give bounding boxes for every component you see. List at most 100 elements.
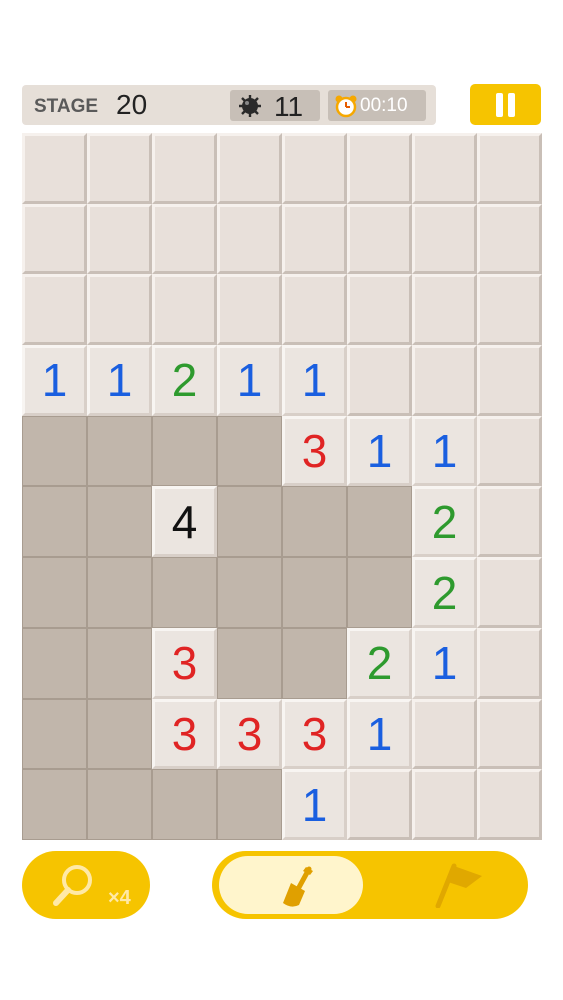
grid-cell: 3 [217, 698, 282, 770]
cell-number: 3 [171, 707, 198, 760]
cell-number: 1 [366, 425, 393, 478]
grid-cell [217, 627, 282, 699]
grid-cell [217, 415, 282, 487]
grid-cell[interactable] [282, 133, 347, 204]
grid-cell: 1 [347, 415, 412, 487]
cell-number: 3 [301, 707, 328, 760]
cell-number: 1 [301, 778, 328, 831]
grid-cell [87, 769, 152, 840]
grid-cell [217, 557, 282, 628]
grid-cell[interactable] [87, 133, 152, 204]
grid-cell[interactable] [152, 203, 217, 275]
grid-cell [282, 627, 347, 699]
grid-cell [282, 557, 347, 628]
cell-number: 1 [431, 425, 458, 478]
grid-cell[interactable] [412, 345, 477, 416]
stage-number: 20 [116, 89, 148, 120]
grid-cell[interactable] [412, 769, 477, 840]
pause-button[interactable] [470, 84, 541, 125]
grid-cell[interactable] [477, 698, 542, 770]
grid-cell[interactable] [412, 133, 477, 204]
grid-cell: 3 [282, 415, 347, 487]
mine-icon [239, 95, 261, 117]
flag-icon [435, 863, 482, 908]
grid-cell: 2 [412, 557, 477, 628]
grid-cell[interactable] [477, 486, 542, 558]
grid-cell [22, 557, 87, 628]
grid-cell: 2 [412, 486, 477, 558]
grid-cell[interactable] [477, 274, 542, 346]
grid-cell [152, 769, 217, 840]
grid-cell[interactable] [22, 203, 87, 275]
cell-number: 2 [171, 354, 198, 407]
cell-number: 1 [301, 354, 328, 407]
cell-number: 1 [431, 637, 458, 690]
cell-number: 2 [431, 495, 458, 548]
magnifier-count: ×4 [108, 887, 131, 909]
minefield-grid: 1121131142232133311 [22, 133, 542, 840]
grid-cell[interactable] [477, 769, 542, 840]
cell-number: 3 [236, 707, 263, 760]
timer-text: 00:10 [360, 95, 408, 116]
cell-number: 1 [106, 354, 133, 407]
grid-cell[interactable] [282, 203, 347, 275]
grid-cell [87, 557, 152, 628]
grid-cell: 1 [412, 627, 477, 699]
grid-cell[interactable] [412, 203, 477, 275]
grid-cell [22, 486, 87, 558]
magnifier-hint-button[interactable]: ×4 [22, 851, 150, 919]
grid-cell[interactable] [282, 274, 347, 346]
grid-cell[interactable] [477, 415, 542, 487]
mine-counter: 11 [230, 90, 320, 122]
grid-cell [347, 486, 412, 558]
grid-cell[interactable] [217, 203, 282, 275]
grid-cell: 1 [217, 345, 282, 416]
grid-cell [22, 698, 87, 770]
grid-cell[interactable] [347, 769, 412, 840]
grid-cell[interactable] [347, 203, 412, 275]
grid-cell [152, 415, 217, 487]
grid-cell [22, 769, 87, 840]
grid-cell [347, 557, 412, 628]
grid-cell: 1 [22, 345, 87, 416]
grid-cell[interactable] [477, 627, 542, 699]
grid-cell[interactable] [87, 203, 152, 275]
mode-toggle [212, 851, 528, 919]
grid-cell[interactable] [412, 698, 477, 770]
grid-cell [22, 627, 87, 699]
grid-cell[interactable] [217, 274, 282, 346]
grid-cell[interactable] [347, 274, 412, 346]
grid-cell: 1 [282, 345, 347, 416]
grid-cell: 4 [152, 486, 217, 558]
grid-cell: 1 [412, 415, 477, 487]
grid-cell[interactable] [477, 557, 542, 628]
grid-cell [152, 557, 217, 628]
mines-remaining: 11 [274, 91, 304, 122]
grid-cell[interactable] [22, 274, 87, 346]
grid-cell[interactable] [347, 345, 412, 416]
grid-cell [87, 627, 152, 699]
grid-cell[interactable] [412, 274, 477, 346]
grid-cell[interactable] [217, 133, 282, 204]
grid-cell[interactable] [477, 203, 542, 275]
grid-cell [217, 486, 282, 558]
flag-mode-button[interactable] [402, 856, 522, 914]
cell-number: 2 [431, 566, 458, 619]
timer: 00:10 [328, 90, 426, 121]
grid-cell[interactable] [477, 345, 542, 416]
alarm-clock-icon [335, 95, 357, 118]
status-bar: STAGE 20 11 00:10 [22, 85, 436, 125]
grid-cell: 3 [282, 698, 347, 770]
grid-cell: 2 [152, 345, 217, 416]
grid-cell[interactable] [152, 133, 217, 204]
grid-cell[interactable] [22, 133, 87, 204]
grid-cell [282, 486, 347, 558]
grid-cell [87, 415, 152, 487]
grid-cell[interactable] [152, 274, 217, 346]
grid-cell[interactable] [347, 133, 412, 204]
grid-cell[interactable] [87, 274, 152, 346]
cell-number: 1 [41, 354, 68, 407]
grid-cell[interactable] [477, 133, 542, 204]
dig-mode-button[interactable] [219, 856, 363, 914]
grid-cell: 1 [87, 345, 152, 416]
